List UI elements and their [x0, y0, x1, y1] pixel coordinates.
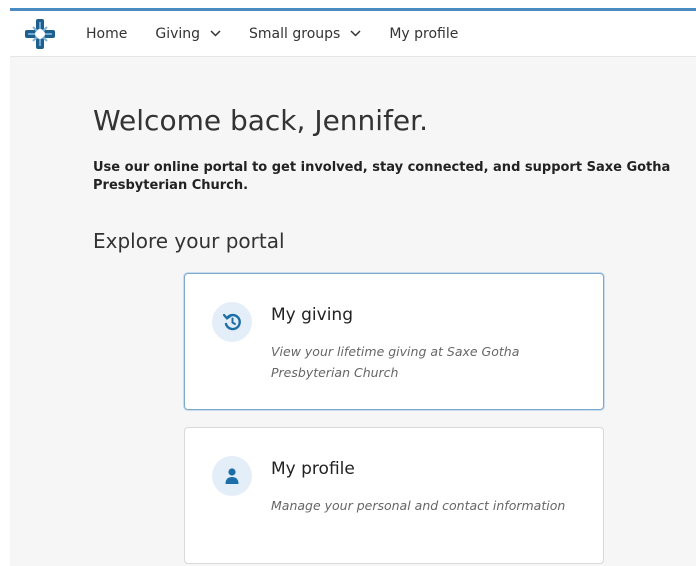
nav-small-groups[interactable]: Small groups: [249, 26, 361, 42]
explore-heading: Explore your portal: [93, 229, 285, 253]
chevron-down-icon: [350, 30, 361, 37]
intro-text: Use our online portal to get involved, s…: [93, 160, 671, 193]
nav-giving-label: Giving: [155, 25, 201, 42]
person-icon: [212, 456, 252, 496]
my-giving-card[interactable]: My giving View your lifetime giving at S…: [184, 273, 604, 410]
welcome-heading: Welcome back, Jennifer.: [93, 104, 429, 137]
nav-home-label: Home: [86, 25, 128, 42]
top-nav: Home Giving Small groups My profile: [10, 11, 696, 57]
nav-small-groups-label: Small groups: [249, 25, 341, 42]
nav-home[interactable]: Home: [86, 26, 127, 42]
nav-my-profile-label: My profile: [389, 25, 459, 42]
main-content: Welcome back, Jennifer. Use our online p…: [10, 57, 696, 566]
chevron-down-icon: [210, 30, 221, 37]
card-description: Manage your personal and contact informa…: [271, 498, 566, 513]
my-profile-card[interactable]: My profile Manage your personal and cont…: [184, 427, 604, 564]
history-icon: [212, 302, 252, 342]
nav-giving[interactable]: Giving: [155, 26, 221, 42]
church-logo-icon[interactable]: [20, 14, 60, 54]
card-title: My giving: [271, 305, 353, 325]
nav-my-profile[interactable]: My profile: [389, 26, 458, 42]
card-title: My profile: [271, 459, 355, 479]
card-description: View your lifetime giving at Saxe Gotha …: [271, 344, 520, 380]
